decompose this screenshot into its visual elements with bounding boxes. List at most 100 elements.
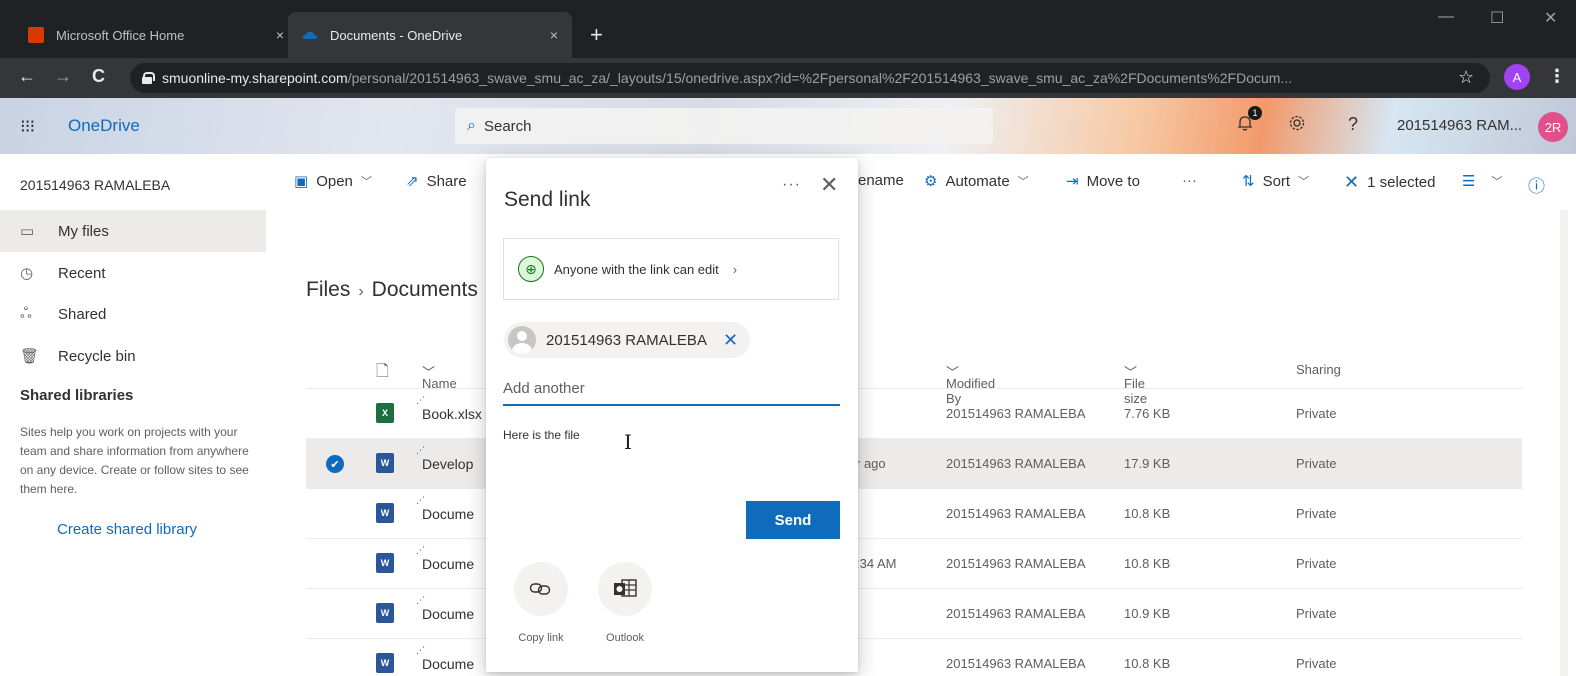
dialog-close-button[interactable]: ✕ [820, 172, 838, 198]
automate-command[interactable]: ⚙ Automate ﹀ [924, 172, 1029, 191]
file-modified-by: 201514963 RAMALEBA [946, 506, 1086, 521]
file-name[interactable]: Develop [422, 456, 473, 472]
vertical-scrollbar[interactable] [1560, 210, 1568, 676]
tab-close-icon[interactable]: × [276, 27, 284, 43]
column-header-sharing[interactable]: Sharing [1296, 362, 1341, 377]
onedrive-brand[interactable]: OneDrive [68, 116, 140, 136]
remove-recipient-icon[interactable]: ✕ [723, 330, 738, 351]
file-modified-by: 201514963 RAMALEBA [946, 406, 1086, 421]
app-launcher-icon[interactable]: ⁝⁝⁝ [20, 116, 35, 137]
rename-command[interactable]: ename [858, 172, 904, 189]
address-bar[interactable]: smuonline-my.sharepoint.com/personal/201… [130, 63, 1490, 93]
window-close-button[interactable]: ✕ [1544, 8, 1557, 28]
clear-selection-command[interactable]: ✕ 1 selected [1344, 172, 1435, 193]
nav-item-recent[interactable]: ◷ Recent [0, 252, 266, 294]
new-tab-button[interactable]: + [590, 22, 603, 48]
browser-tab-onedrive[interactable]: Documents - OneDrive × [288, 12, 572, 58]
browser-tab-office-home[interactable]: Microsoft Office Home × [14, 12, 298, 58]
selected-check-icon[interactable]: ✔ [326, 455, 344, 473]
nav-item-my-files[interactable]: ▭ My files [0, 210, 266, 252]
clock-icon: ◷ [20, 265, 34, 282]
new-item-icon: ⋰ [416, 645, 425, 655]
file-type-header-icon[interactable]: 🗋 [376, 360, 389, 387]
nav-item-label: Shared [58, 305, 107, 323]
send-button[interactable]: Send [746, 501, 840, 539]
recipient-pill: 201514963 RAMALEBA ✕ [504, 322, 751, 358]
file-modified: :34 AM [856, 556, 897, 571]
sort-label: Sort [1262, 172, 1291, 190]
url-path: /personal/201514963_swave_smu_ac_za/_lay… [347, 70, 1293, 86]
view-options-command[interactable]: ☰ ﹀ [1462, 172, 1502, 190]
recipient-avatar [508, 326, 536, 354]
column-header-modified-by[interactable]: Modified By ﹀ [946, 362, 995, 406]
word-file-icon: W [376, 653, 394, 673]
sort-command[interactable]: ⇅ Sort ﹀ [1242, 172, 1309, 191]
outlook-label: Outlook [606, 632, 644, 644]
dialog-title: Send link [504, 188, 591, 211]
file-name[interactable]: Docume [422, 656, 474, 672]
browser-profile-avatar[interactable]: A [1504, 64, 1530, 90]
reload-button[interactable]: C [92, 66, 105, 87]
help-icon[interactable]: ? [1348, 114, 1358, 135]
maximize-button[interactable]: ☐ [1490, 8, 1504, 28]
minimize-button[interactable]: — [1438, 8, 1454, 26]
back-button[interactable]: ← [18, 66, 36, 87]
open-command[interactable]: ▣ Open ﹀ [294, 172, 372, 191]
tab-close-icon[interactable]: × [550, 27, 558, 43]
file-size: 10.8 KB [1124, 556, 1171, 571]
file-modified-by: 201514963 RAMALEBA [946, 606, 1086, 621]
file-sharing: Private [1296, 506, 1337, 521]
search-placeholder: Search [483, 117, 532, 135]
send-link-dialog: Send link ··· ✕ ⊕ Anyone with the link c… [486, 158, 858, 672]
close-icon: ✕ [1344, 172, 1360, 192]
move-to-command[interactable]: ⇥ Move to [1066, 172, 1140, 191]
word-file-icon: W [376, 503, 394, 523]
folder-icon: ▭ [20, 223, 35, 240]
column-header-name[interactable]: Name ﹀ [422, 362, 457, 391]
file-modified-by: 201514963 RAMALEBA [946, 456, 1086, 471]
more-commands-button[interactable]: ··· [1182, 172, 1197, 189]
file-size: 10.8 KB [1124, 656, 1171, 671]
message-textarea[interactable]: Here is the file [503, 428, 840, 488]
chevron-down-icon: ﹀ [1017, 176, 1029, 188]
nav-item-recycle-bin[interactable]: 🗑 Recycle bin [0, 335, 266, 377]
dialog-more-options-button[interactable]: ··· [782, 176, 801, 194]
onedrive-favicon-icon [302, 27, 318, 43]
outlook-option[interactable]: Outlook [590, 562, 660, 644]
forward-button[interactable]: → [54, 66, 72, 87]
breadcrumb-files[interactable]: Files [306, 278, 350, 301]
settings-gear-icon[interactable] [1288, 114, 1306, 137]
search-input[interactable]: ⌕ Search [455, 108, 993, 144]
chevron-right-icon: › [732, 261, 738, 277]
nav-item-label: Recent [58, 264, 106, 282]
word-file-icon: W [376, 553, 394, 573]
account-avatar[interactable]: 2R [1538, 112, 1568, 142]
excel-file-icon: X [376, 403, 394, 423]
lock-icon [142, 72, 155, 84]
nav-user-name: 201514963 RAMALEBA [20, 177, 171, 193]
file-name[interactable]: Book.xlsx [422, 406, 482, 422]
recipient-name: 201514963 RAMALEBA [546, 331, 707, 349]
share-command[interactable]: ⇗ Share [406, 172, 467, 191]
create-shared-library-link[interactable]: Create shared library [57, 521, 197, 538]
file-modified: r ago [856, 456, 886, 471]
shared-libraries-heading: Shared libraries [20, 387, 134, 404]
account-name[interactable]: 201514963 RAM... [1397, 117, 1522, 134]
file-name[interactable]: Docume [422, 556, 474, 572]
browser-menu-icon[interactable]: ⋮ [1548, 66, 1566, 87]
file-modified-by: 201514963 RAMALEBA [946, 556, 1086, 571]
bookmark-star-icon[interactable]: ☆ [1458, 67, 1474, 88]
info-pane-button[interactable]: ⓘ [1528, 172, 1545, 197]
add-recipient-input[interactable] [503, 372, 840, 406]
nav-item-shared[interactable]: ஃ Shared [0, 293, 266, 335]
file-name[interactable]: Docume [422, 506, 474, 522]
file-size: 17.9 KB [1124, 456, 1171, 471]
recycle-bin-icon: 🗑 [20, 348, 40, 365]
new-item-icon: ⋰ [416, 545, 425, 555]
column-header-file-size[interactable]: File size ﹀ [1124, 362, 1147, 406]
open-icon: ▣ [294, 173, 309, 190]
copy-link-option[interactable]: Copy link [506, 562, 576, 644]
file-name[interactable]: Docume [422, 606, 474, 622]
command-bar: ▣ Open ﹀ ⇗ Share ename ⚙ Automate ﹀ ⇥ Mo… [266, 154, 1576, 208]
link-permission-button[interactable]: ⊕ Anyone with the link can edit › [503, 238, 839, 300]
